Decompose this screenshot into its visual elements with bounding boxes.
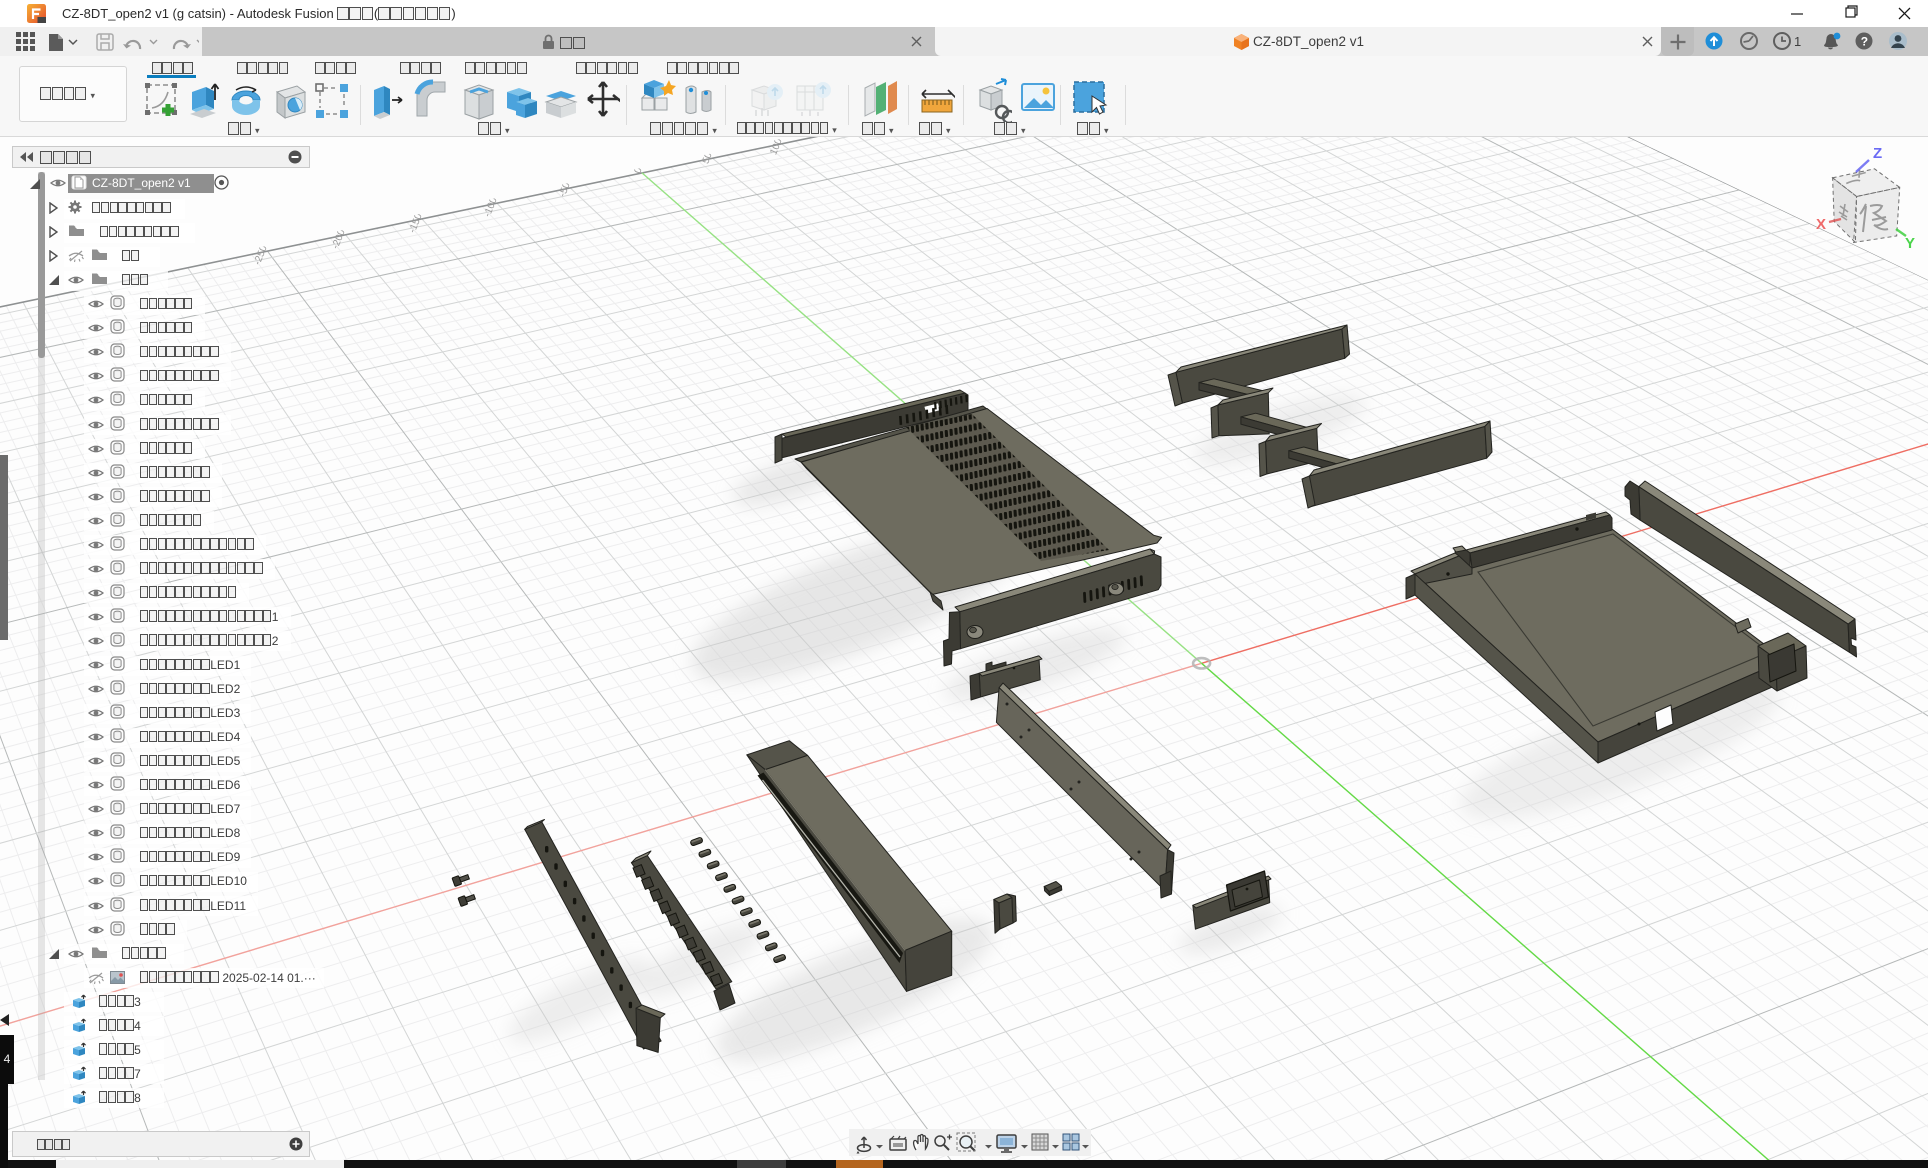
svg-text:Z: Z — [1873, 145, 1882, 162]
svg-text:?: ? — [1861, 35, 1868, 49]
svg-text:1: 1 — [1794, 34, 1801, 49]
svg-text:Y: Y — [1905, 235, 1915, 252]
svg-text:X: X — [1816, 216, 1826, 233]
